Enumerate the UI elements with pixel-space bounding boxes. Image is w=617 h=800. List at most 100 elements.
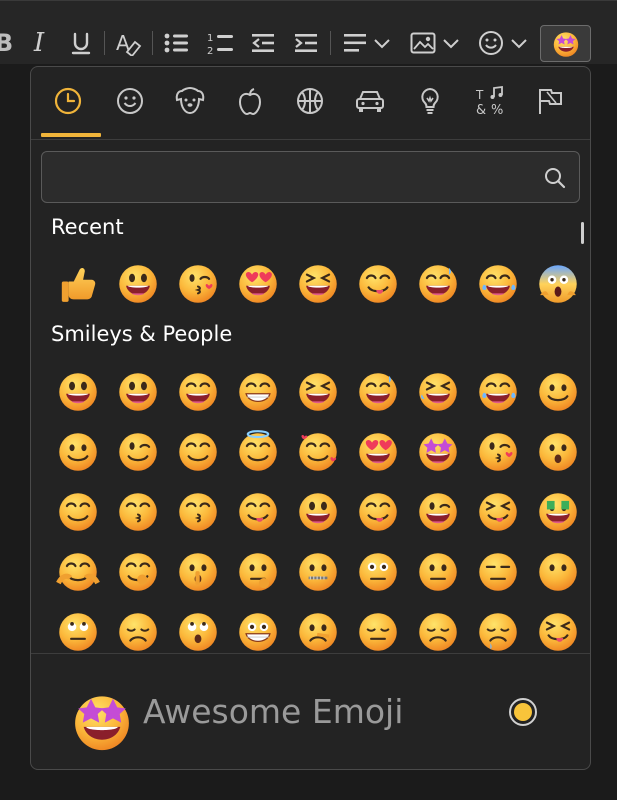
emoji-button[interactable] — [171, 257, 225, 311]
emoji-button[interactable] — [231, 257, 285, 311]
emoji-button[interactable] — [351, 425, 405, 479]
emoji-button[interactable] — [111, 365, 165, 419]
emoji-button[interactable] — [411, 365, 465, 419]
emoji-button[interactable] — [411, 485, 465, 539]
smileys-row — [31, 425, 590, 479]
emoji-button[interactable] — [531, 365, 585, 419]
emoji-button[interactable] — [471, 545, 525, 599]
tab-smileys[interactable] — [110, 81, 150, 121]
dog-face-icon — [175, 86, 205, 115]
emoji-button[interactable] — [471, 425, 525, 479]
tab-objects[interactable] — [410, 81, 450, 121]
underline-button[interactable] — [68, 22, 94, 64]
image-dropdown[interactable] — [407, 22, 463, 64]
section-title-recent: Recent — [51, 215, 124, 239]
emoji-button[interactable] — [291, 257, 345, 311]
emoji-button[interactable] — [51, 485, 105, 539]
svg-text:%: % — [491, 103, 503, 117]
emoji-icon — [539, 433, 577, 471]
bullet-list-button[interactable] — [162, 22, 190, 64]
tab-animals[interactable] — [170, 81, 210, 121]
emoji-icon — [239, 553, 277, 591]
emoji-button[interactable] — [531, 257, 585, 311]
emoji-button[interactable] — [231, 545, 285, 599]
emoji-button[interactable] — [231, 485, 285, 539]
italic-button[interactable]: I — [26, 22, 52, 64]
emoji-button[interactable] — [171, 365, 225, 419]
outdent-button[interactable] — [249, 22, 277, 64]
tab-activities[interactable] — [290, 81, 330, 121]
lightbulb-icon — [421, 87, 439, 114]
chevron-down-icon — [374, 39, 390, 49]
emoji-button[interactable] — [471, 257, 525, 311]
emoji-button[interactable] — [51, 365, 105, 419]
emoji-button[interactable] — [471, 605, 525, 652]
emoji-button[interactable] — [291, 545, 345, 599]
emoji-button[interactable] — [111, 545, 165, 599]
smileys-row — [31, 365, 590, 419]
underline-icon — [71, 32, 91, 55]
numbered-list-button[interactable]: 12 — [205, 22, 235, 64]
clear-format-button[interactable]: A — [114, 22, 142, 64]
emoji-button[interactable] — [291, 425, 345, 479]
emoji-button[interactable] — [531, 605, 585, 652]
emoji-button[interactable] — [111, 425, 165, 479]
emoji-button[interactable] — [291, 485, 345, 539]
emoji-button[interactable] — [411, 257, 465, 311]
tab-symbols[interactable]: T &% — [470, 81, 510, 121]
emoji-button[interactable] — [171, 425, 225, 479]
emoji-icon — [119, 553, 157, 591]
emoji-button[interactable] — [411, 545, 465, 599]
emoji-icon — [539, 613, 577, 651]
emoji-button[interactable] — [351, 605, 405, 652]
emoji-button[interactable] — [231, 605, 285, 652]
tab-recent[interactable] — [48, 81, 88, 121]
emoji-icon — [479, 433, 517, 471]
symbols-icon: T&% — [475, 85, 503, 117]
emoji-button[interactable] — [531, 425, 585, 479]
emoji-button[interactable] — [531, 485, 585, 539]
emoji-button[interactable] — [51, 425, 105, 479]
emoji-button[interactable] — [531, 545, 585, 599]
svg-text:&: & — [476, 103, 486, 117]
bold-button[interactable]: B — [0, 22, 13, 64]
emoji-button[interactable] — [291, 605, 345, 652]
emoji-button[interactable] — [471, 365, 525, 419]
smileys-row — [31, 545, 590, 599]
align-dropdown[interactable] — [340, 22, 394, 64]
emoji-button[interactable] — [171, 605, 225, 652]
tab-flags[interactable] — [530, 81, 570, 121]
emoji-button[interactable] — [171, 485, 225, 539]
emoji-icon — [359, 265, 397, 303]
emoji-button[interactable] — [111, 485, 165, 539]
scrollbar-thumb[interactable] — [581, 222, 584, 244]
emoticon-dropdown[interactable] — [475, 22, 531, 64]
emoji-button[interactable] — [231, 365, 285, 419]
emoji-button[interactable] — [51, 257, 105, 311]
emoji-button[interactable] — [291, 365, 345, 419]
tab-travel[interactable] — [350, 81, 390, 121]
smiley-outline-icon — [479, 31, 503, 55]
emoji-button[interactable] — [51, 605, 105, 652]
emoji-button[interactable] — [171, 545, 225, 599]
emoji-picker-button[interactable] — [540, 25, 591, 62]
emoji-button[interactable] — [111, 257, 165, 311]
emoji-button[interactable] — [351, 545, 405, 599]
emoji-search-input[interactable] — [54, 160, 528, 196]
emoji-button[interactable] — [51, 545, 105, 599]
indent-button[interactable] — [292, 22, 320, 64]
emoji-button[interactable] — [111, 605, 165, 652]
emoji-button[interactable] — [351, 257, 405, 311]
emoji-icon — [299, 613, 337, 651]
emoji-button[interactable] — [351, 365, 405, 419]
outdent-icon — [252, 34, 274, 52]
emoji-icon — [479, 493, 517, 531]
italic-icon: I — [33, 28, 45, 58]
tab-food[interactable] — [230, 81, 270, 121]
emoji-button[interactable] — [471, 485, 525, 539]
skin-tone-button[interactable] — [509, 698, 537, 726]
emoji-button[interactable] — [351, 485, 405, 539]
emoji-button[interactable] — [231, 425, 285, 479]
emoji-button[interactable] — [411, 425, 465, 479]
emoji-button[interactable] — [411, 605, 465, 652]
